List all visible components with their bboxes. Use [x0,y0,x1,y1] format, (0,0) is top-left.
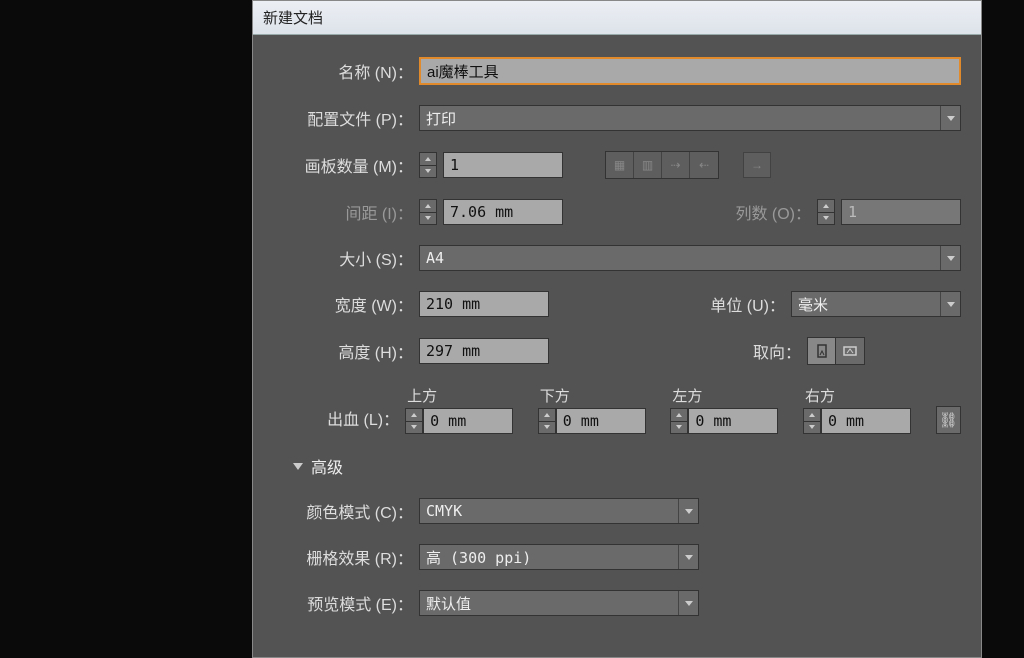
row-width-units: 宽度 (W)： 单位 (U)： 毫米 [273,291,961,317]
bleed-bottom-spinner[interactable] [538,408,556,434]
chevron-down-icon [940,106,960,130]
chevron-down-icon [678,499,698,523]
bleed-right: 右方 [803,385,911,434]
bleed-bottom-label: 下方 [538,385,646,406]
spacing-label: 间距 (I)： [273,200,413,224]
size-label: 大小 (S)： [273,246,413,270]
raster-label: 栅格效果 (R)： [273,545,413,569]
row-bleed: 出血 (L)： 上方 下方 左方 [273,385,961,434]
row-preview: 预览模式 (E)： 默认值 [273,590,961,616]
bleed-bottom: 下方 [538,385,646,434]
bleed-top: 上方 [405,385,513,434]
row-spacing-columns: 间距 (I)： 列数 (O)： [273,199,961,225]
chevron-down-icon [678,545,698,569]
row-raster: 栅格效果 (R)： 高 (300 ppi) [273,544,961,570]
row-height-orient: 高度 (H)： 取向： [273,337,961,365]
link-icon[interactable]: ⛓ [936,406,961,434]
orientation-label: 取向： [731,339,801,363]
bleed-right-spinner[interactable] [803,408,821,434]
width-input[interactable] [419,291,549,317]
bleed-right-input[interactable] [821,408,911,434]
bleed-bottom-input[interactable] [556,408,646,434]
spacing-input[interactable] [443,199,563,225]
bleed-right-label: 右方 [803,385,911,406]
landscape-icon[interactable] [836,338,864,364]
advanced-section-toggle[interactable]: 高级 [293,454,961,478]
columns-label: 列数 (O)： [711,200,811,224]
profile-dropdown[interactable]: 打印 [419,105,961,131]
preview-value: 默认值 [426,593,471,614]
row-profile: 配置文件 (P)： 打印 [273,105,961,131]
color-mode-label: 颜色模式 (C)： [273,499,413,523]
bleed-top-input[interactable] [423,408,513,434]
name-label: 名称 (N)： [273,59,413,83]
orientation-toggle [807,337,865,365]
bleed-left-label: 左方 [670,385,778,406]
advanced-label: 高级 [311,454,343,478]
arrow-right-icon[interactable]: → [743,152,771,178]
row-name: 名称 (N)： [273,57,961,85]
size-dropdown[interactable]: A4 [419,245,961,271]
profile-label: 配置文件 (P)： [273,106,413,130]
bleed-left-input[interactable] [688,408,778,434]
columns-input [841,199,961,225]
artboards-spinner[interactable] [419,152,437,178]
bleed-left: 左方 [670,385,778,434]
units-label: 单位 (U)： [685,292,785,316]
bleed-label: 出血 (L)： [273,406,399,434]
chevron-down-icon [293,463,303,470]
grid-row-icon[interactable]: ▦ [606,152,634,178]
width-label: 宽度 (W)： [273,292,413,316]
artboard-layout-icons: ▦ ▥ ⇢ ⇠ [605,151,719,179]
profile-value: 打印 [426,108,456,129]
bleed-top-label: 上方 [405,385,513,406]
chevron-down-icon [678,591,698,615]
preview-label: 预览模式 (E)： [273,591,413,615]
bleed-top-spinner[interactable] [405,408,423,434]
row-ltr-icon[interactable]: ⇢ [662,152,690,178]
units-value: 毫米 [798,294,828,315]
row-color-mode: 颜色模式 (C)： CMYK [273,498,961,524]
artboards-input[interactable] [443,152,563,178]
height-input[interactable] [419,338,549,364]
new-document-dialog: 新建文档 名称 (N)： 配置文件 (P)： 打印 画板数量 (M)： ▦ ▥ … [252,0,982,658]
units-dropdown[interactable]: 毫米 [791,291,961,317]
color-mode-value: CMYK [426,502,462,520]
name-input[interactable] [419,57,961,85]
color-mode-dropdown[interactable]: CMYK [419,498,699,524]
spacing-spinner[interactable] [419,199,437,225]
portrait-icon[interactable] [808,338,836,364]
row-artboards: 画板数量 (M)： ▦ ▥ ⇢ ⇠ → [273,151,961,179]
size-value: A4 [426,249,444,267]
raster-dropdown[interactable]: 高 (300 ppi) [419,544,699,570]
bleed-left-spinner[interactable] [670,408,688,434]
columns-spinner[interactable] [817,199,835,225]
artboards-label: 画板数量 (M)： [273,153,413,177]
height-label: 高度 (H)： [273,339,413,363]
chevron-down-icon [940,246,960,270]
dialog-content: 名称 (N)： 配置文件 (P)： 打印 画板数量 (M)： ▦ ▥ ⇢ ⇠ [253,35,981,657]
raster-value: 高 (300 ppi) [426,547,531,568]
grid-col-icon[interactable]: ▥ [634,152,662,178]
row-rtl-icon[interactable]: ⇠ [690,152,718,178]
row-size: 大小 (S)： A4 [273,245,961,271]
chevron-down-icon [940,292,960,316]
preview-dropdown[interactable]: 默认值 [419,590,699,616]
dialog-title: 新建文档 [253,1,981,35]
